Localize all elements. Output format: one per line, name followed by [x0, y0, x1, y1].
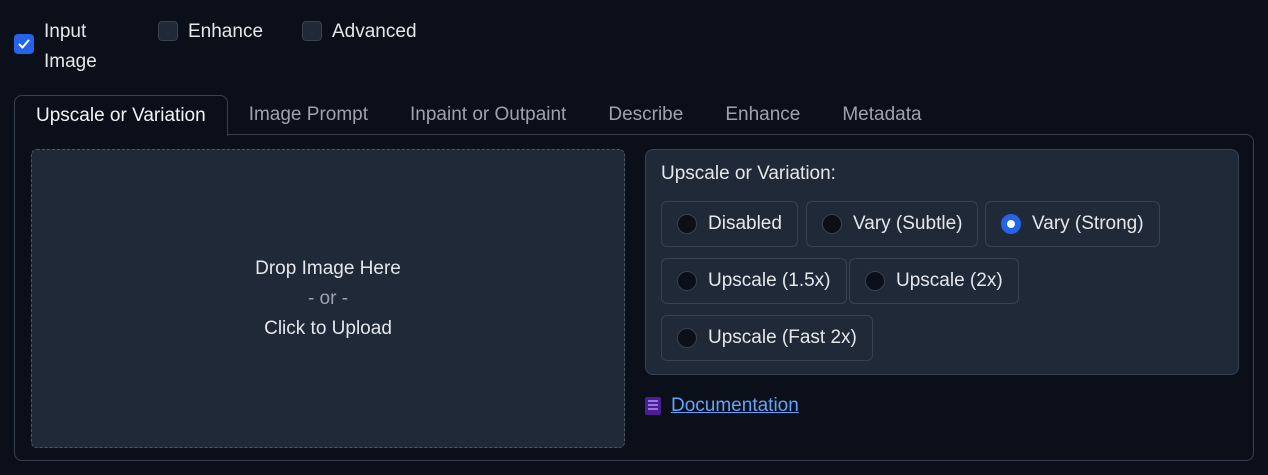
radio-label: Vary (Subtle)	[853, 213, 963, 234]
radio-label: Disabled	[708, 213, 782, 234]
drop-text: Drop Image Here	[255, 257, 401, 279]
radio-label: Upscale (Fast 2x)	[708, 327, 857, 348]
checkbox-unchecked-icon[interactable]	[302, 21, 322, 41]
radio-label: Upscale (1.5x)	[708, 270, 831, 291]
checkbox-checked-icon[interactable]	[14, 34, 34, 54]
radio-upscale-2x[interactable]: Upscale (2x)	[849, 258, 1019, 304]
input-image-label: Input Image	[44, 21, 97, 72]
tab-inpaint-or-outpaint[interactable]: Inpaint or Outpaint	[389, 95, 587, 135]
click-to-upload-text: Click to Upload	[264, 317, 392, 339]
radio-upscale-fast-2x[interactable]: Upscale (Fast 2x)	[661, 315, 873, 361]
checkbox-unchecked-icon[interactable]	[158, 21, 178, 41]
or-separator: - or -	[307, 287, 349, 309]
radio-unselected-icon[interactable]	[677, 328, 697, 348]
tab-metadata[interactable]: Metadata	[821, 95, 942, 135]
radio-label: Upscale (2x)	[896, 270, 1003, 291]
documentation-label: Documentation	[671, 395, 799, 416]
enhance-checkbox[interactable]: Enhance	[158, 17, 263, 47]
tab-describe[interactable]: Describe	[587, 95, 704, 135]
image-upload-dropzone[interactable]: Drop Image Here - or - Click to Upload	[31, 149, 625, 448]
radio-vary-strong[interactable]: Vary (Strong)	[985, 201, 1160, 247]
radio-unselected-icon[interactable]	[677, 214, 697, 234]
tab-panel: Drop Image Here - or - Click to Upload U…	[14, 134, 1254, 461]
tab-image-prompt[interactable]: Image Prompt	[228, 95, 389, 135]
advanced-label: Advanced	[332, 21, 417, 42]
advanced-checkbox[interactable]: Advanced	[302, 17, 417, 47]
tab-enhance[interactable]: Enhance	[704, 95, 821, 135]
tab-upscale-or-variation[interactable]: Upscale or Variation	[14, 95, 228, 136]
tab-bar: Upscale or Variation Image Prompt Inpain…	[14, 95, 943, 136]
radio-disabled[interactable]: Disabled	[661, 201, 798, 247]
radio-vary-subtle[interactable]: Vary (Subtle)	[806, 201, 979, 247]
upscale-variation-radio-group: Upscale or Variation: Disabled Vary (Sub…	[645, 149, 1239, 375]
radio-selected-icon[interactable]	[1001, 214, 1021, 234]
radio-unselected-icon[interactable]	[822, 214, 842, 234]
building-icon	[645, 397, 661, 415]
input-image-checkbox[interactable]: Input Image	[14, 17, 104, 77]
enhance-label: Enhance	[188, 21, 264, 42]
documentation-link[interactable]: Documentation	[645, 395, 799, 417]
radio-unselected-icon[interactable]	[677, 271, 697, 291]
radio-unselected-icon[interactable]	[865, 271, 885, 291]
radio-label: Vary (Strong)	[1032, 213, 1144, 234]
radio-upscale-1-5x[interactable]: Upscale (1.5x)	[661, 258, 847, 304]
radio-group-title: Upscale or Variation:	[661, 163, 836, 184]
